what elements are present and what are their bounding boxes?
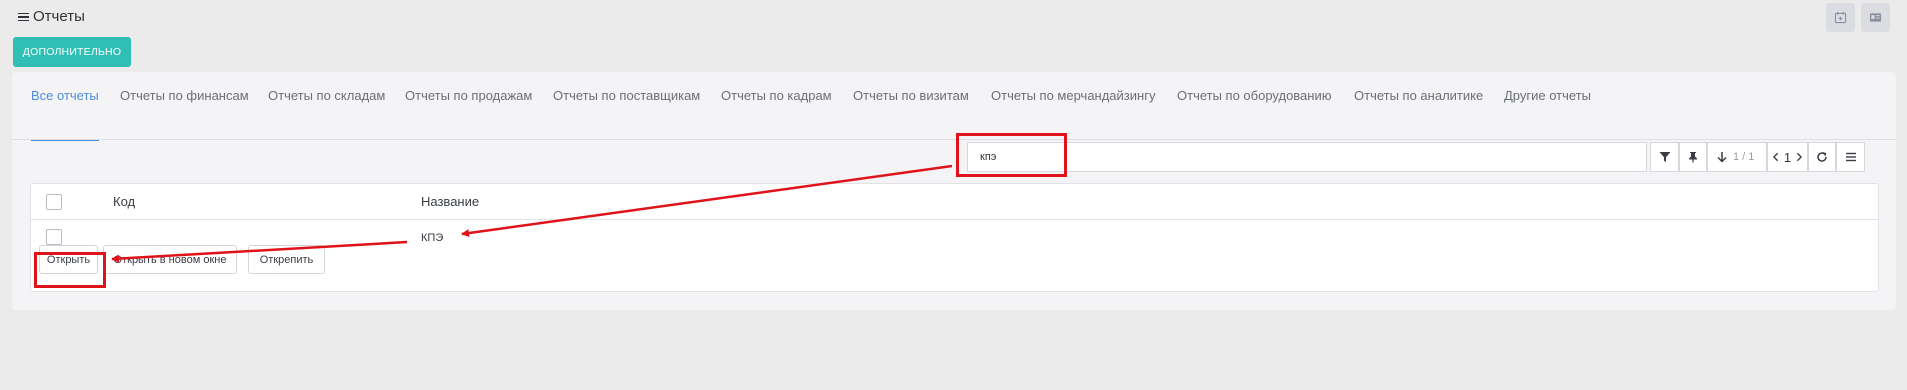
tab-all-reports[interactable]: Все отчеты xyxy=(31,88,99,141)
reports-grid: Код Название КПЭ Открыть Открыть в новом… xyxy=(30,183,1879,292)
grid-header: Код Название xyxy=(31,184,1878,220)
page-title-text: Отчеты xyxy=(33,8,85,25)
column-name[interactable]: Название xyxy=(421,194,479,209)
sort-counter[interactable]: 1 / 1 xyxy=(1707,142,1767,172)
tab-other[interactable]: Другие отчеты xyxy=(1504,88,1591,140)
unpin-button[interactable]: Открепить xyxy=(248,245,325,274)
tab-analytics[interactable]: Отчеты по аналитике xyxy=(1354,88,1483,140)
filter-button[interactable] xyxy=(1650,142,1679,172)
more-button[interactable]: ДОПОЛНИТЕЛЬНО xyxy=(13,37,131,67)
tab-warehouses[interactable]: Отчеты по складам xyxy=(268,88,385,140)
menu-button[interactable] xyxy=(1836,142,1865,172)
open-new-window-button[interactable]: Открыть в новом окне xyxy=(103,245,237,274)
page-title: Отчеты xyxy=(18,8,85,25)
refresh-button[interactable] xyxy=(1808,142,1836,172)
tab-equipment[interactable]: Отчеты по оборудованию xyxy=(1177,88,1331,140)
chevron-right-icon[interactable] xyxy=(1794,151,1804,163)
tab-staff[interactable]: Отчеты по кадрам xyxy=(721,88,832,140)
chevron-left-icon[interactable] xyxy=(1771,151,1781,163)
tab-suppliers[interactable]: Отчеты по поставщикам xyxy=(553,88,700,140)
sort-down-icon xyxy=(1717,152,1727,163)
filter-icon xyxy=(1659,152,1670,162)
header-bar: Отчеты xyxy=(0,0,1907,34)
calendar-icon[interactable] xyxy=(1826,3,1855,32)
search-input[interactable] xyxy=(967,142,1647,172)
row-name: КПЭ xyxy=(421,232,444,244)
menu-icon xyxy=(1845,152,1856,162)
pager: 1 xyxy=(1767,142,1808,172)
tab-finance[interactable]: Отчеты по финансам xyxy=(120,88,249,140)
hamburger-icon[interactable] xyxy=(18,12,29,22)
pin-button[interactable] xyxy=(1679,142,1707,172)
page-number: 1 xyxy=(1783,149,1792,165)
column-code[interactable]: Код xyxy=(113,194,135,209)
id-card-icon[interactable] xyxy=(1861,3,1890,32)
select-all-checkbox[interactable] xyxy=(46,194,62,210)
row-checkbox[interactable] xyxy=(46,229,62,245)
tab-merchandising[interactable]: Отчеты по мерчандайзингу xyxy=(991,88,1155,140)
pin-icon xyxy=(1689,152,1697,163)
tab-sales[interactable]: Отчеты по продажам xyxy=(405,88,532,140)
tab-visits[interactable]: Отчеты по визитам xyxy=(853,88,969,140)
report-tabs: Все отчеты Отчеты по финансам Отчеты по … xyxy=(12,72,1896,141)
record-count: 1 / 1 xyxy=(1733,151,1755,163)
refresh-icon xyxy=(1817,152,1827,162)
open-button[interactable]: Открыть xyxy=(39,245,98,274)
